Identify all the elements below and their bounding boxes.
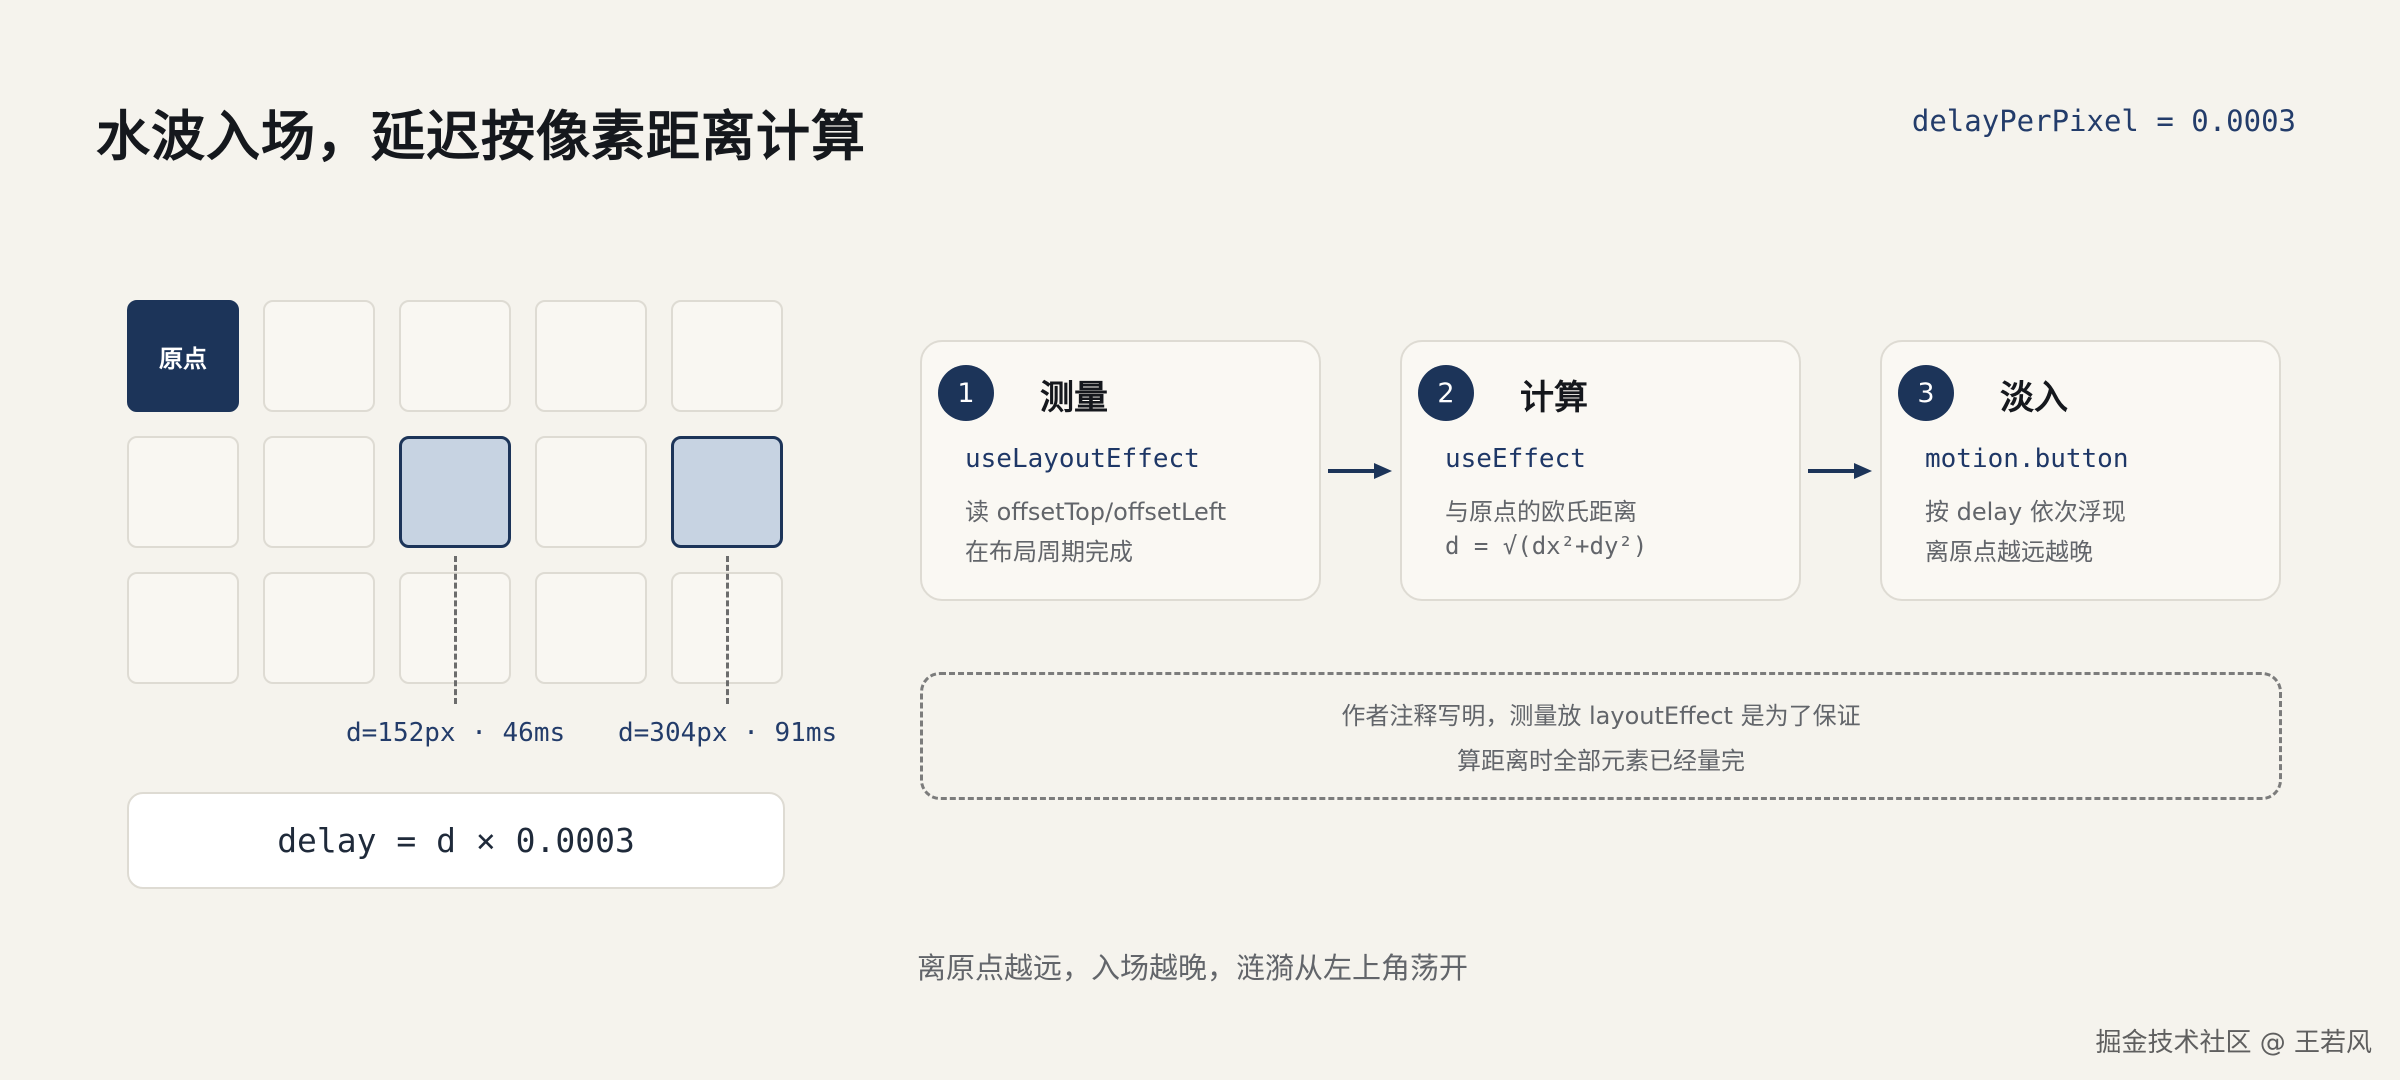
step-card-measure: 1 测量 useLayoutEffect 读 offsetTop/offsetL… [920, 340, 1321, 601]
delay-formula: delay = d × 0.0003 [127, 792, 785, 889]
grid-cell [535, 572, 647, 684]
grid-cell-highlighted [671, 436, 783, 548]
delay-per-pixel-label: delayPerPixel = 0.0003 [1911, 104, 2296, 138]
grid-cell [535, 300, 647, 412]
step-title: 计算 [1520, 378, 1588, 418]
distance-label-far: d=304px · 91ms [618, 718, 838, 748]
grid-cell [263, 572, 375, 684]
step-number-badge: 2 [1418, 365, 1474, 421]
step-description: 在布局周期完成 [965, 538, 1133, 566]
step-description: 读 offsetTop/offsetLeft [965, 498, 1227, 526]
step-card-fade-in: 3 淡入 motion.button 按 delay 依次浮现 离原点越远越晚 [1880, 340, 2281, 601]
arrow-right-icon [1328, 463, 1392, 479]
delay-formula-text: delay = d × 0.0003 [277, 821, 635, 860]
step-description: 按 delay 依次浮现 [1925, 498, 2126, 526]
author-note-line: 作者注释写明，测量放 layoutEffect 是为了保证 [1341, 702, 1861, 730]
grid-cell [127, 436, 239, 548]
watermark: 掘金技术社区 @ 王若风 [2095, 1028, 2372, 1058]
summary-caption: 离原点越远，入场越晚，涟漪从左上角荡开 [917, 951, 1469, 985]
step-code: motion.button [1925, 444, 2129, 474]
step-description: 与原点的欧氏距离 [1445, 498, 1637, 526]
grid-cell [535, 436, 647, 548]
arrow-right-icon [1808, 463, 1872, 479]
origin-label: 原点 [159, 344, 207, 373]
step-card-compute: 2 计算 useEffect 与原点的欧氏距离 d = √(dx²+dy²) [1400, 340, 1801, 601]
step-formula: d = √(dx²+dy²) [1445, 532, 1648, 560]
step-number-badge: 1 [938, 365, 994, 421]
grid-cell-highlighted [399, 436, 511, 548]
step-description: 离原点越远越晚 [1925, 538, 2093, 566]
grid-cell-origin: 原点 [127, 300, 239, 412]
grid-cell [399, 300, 511, 412]
grid-cell [127, 572, 239, 684]
step-code: useLayoutEffect [965, 444, 1200, 474]
step-number-badge: 3 [1898, 365, 1954, 421]
distance-label-near: d=152px · 46ms [346, 718, 566, 748]
distance-guide-line [454, 556, 457, 704]
page-title: 水波入场，延迟按像素距离计算 [96, 104, 866, 168]
distance-guide-line [726, 556, 729, 704]
author-note-line: 算距离时全部元素已经量完 [1457, 747, 1745, 775]
grid-cell [671, 300, 783, 412]
grid-cell [263, 436, 375, 548]
step-code: useEffect [1445, 444, 1586, 474]
grid-cell [263, 300, 375, 412]
step-title: 测量 [1040, 378, 1108, 418]
step-title: 淡入 [2000, 378, 2068, 418]
author-note-box: 作者注释写明，测量放 layoutEffect 是为了保证 算距离时全部元素已经… [920, 672, 2282, 800]
